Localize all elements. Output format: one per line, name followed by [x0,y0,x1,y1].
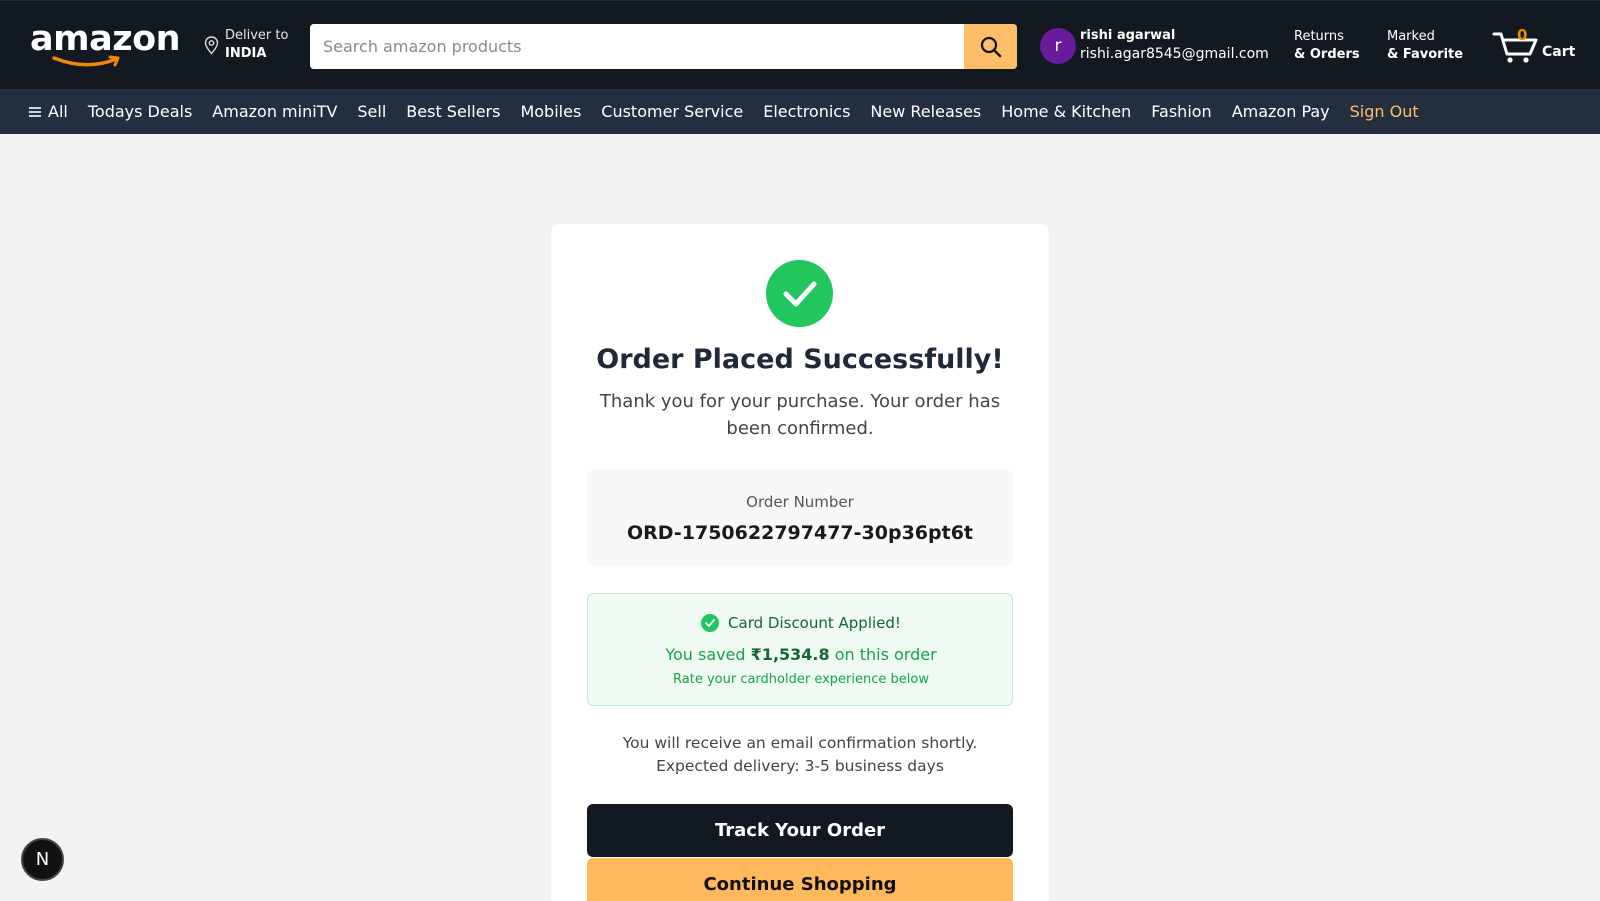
rate-experience-note: Rate your cardholder experience below [673,672,929,687]
hamburger-icon [29,106,41,117]
order-confirmation-card: Order Placed Successfully! Thank you for… [551,224,1049,901]
track-order-button[interactable]: Track Your Order [587,804,1013,857]
search-bar [310,24,1017,69]
sign-out-link[interactable]: Sign Out [1350,102,1419,121]
location-pin-icon [204,36,219,55]
email-note: You will receive an email confirmation s… [622,734,978,752]
category-nav: All Todays Deals Amazon miniTV Sell Best… [0,89,1600,134]
search-input[interactable] [310,24,962,69]
returns-orders-link[interactable]: Returns & Orders [1294,28,1360,64]
search-button[interactable] [964,24,1017,69]
nav-item-sell[interactable]: Sell [357,102,386,121]
nav-item-todays-deals[interactable]: Todays Deals [88,102,192,121]
discount-heading: Card Discount Applied! [728,614,901,632]
nav-item-new-releases[interactable]: New Releases [870,102,981,121]
cart-icon [1492,32,1538,63]
user-email: rishi.agar8545@gmail.com [1080,46,1269,62]
nav-item-best-sellers[interactable]: Best Sellers [406,102,500,121]
marked-favorite-link[interactable]: Marked & Favorite [1387,28,1463,64]
amazon-logo[interactable]: amazon [30,19,181,69]
cart-button[interactable]: 0 Cart [1492,26,1582,66]
discount-heading-row: Card Discount Applied! [588,614,1014,632]
deliver-country: INDIA [225,46,267,61]
order-number-label: Order Number [746,493,854,511]
confirmation-subtitle: Thank you for your purchase. Your order … [599,391,1001,439]
avatar: r [1040,28,1076,64]
all-label: All [48,102,68,121]
nav-item-electronics[interactable]: Electronics [763,102,850,121]
nav-item-amazon-pay[interactable]: Amazon Pay [1232,102,1330,121]
order-number-box: Order Number ORD-1750622797477-30p36pt6t [587,469,1013,566]
saved-prefix: You saved [665,645,751,664]
nav-item-customer-service[interactable]: Customer Service [601,102,743,121]
check-circle-icon [701,614,720,632]
delivery-note: Expected delivery: 3-5 business days [656,757,944,775]
user-name: rishi agarwal [1080,28,1176,43]
all-menu-button[interactable]: All [28,102,68,121]
marked-line2: & Favorite [1387,47,1464,62]
logo-smile-icon [52,55,120,67]
search-icon [980,36,1001,57]
savings-text: You saved ₹1,534.8 on this order [588,645,1014,664]
continue-shopping-button[interactable]: Continue Shopping [587,858,1013,901]
page-title: Order Placed Successfully! [596,344,1004,375]
returns-line1: Returns [1294,29,1344,44]
logo-text: amazon [30,19,181,59]
nav-item-mobiles[interactable]: Mobiles [520,102,581,121]
saved-suffix: on this order [829,645,937,664]
marked-line1: Marked [1387,29,1435,44]
order-number: ORD-1750622797477-30p36pt6t [626,522,973,544]
success-check-icon [766,260,833,327]
cart-label: Cart [1542,44,1576,60]
deliver-label: Deliver to [225,28,289,43]
discount-applied-box: Card Discount Applied! You saved ₹1,534.… [587,593,1013,706]
checkmark-icon [783,281,816,306]
returns-line2: & Orders [1294,47,1360,62]
nav-item-amazon-minitv[interactable]: Amazon miniTV [212,102,337,121]
nav-item-fashion[interactable]: Fashion [1151,102,1211,121]
cart-count: 0 [1517,26,1528,44]
confirmation-note: You will receive an email confirmation s… [551,732,1049,778]
top-header: amazon Deliver to INDIA r rishi agarwal … [0,0,1600,89]
floating-n-badge[interactable]: N [21,838,64,881]
nav-item-home-kitchen[interactable]: Home & Kitchen [1001,102,1131,121]
saved-amount: ₹1,534.8 [750,645,830,664]
